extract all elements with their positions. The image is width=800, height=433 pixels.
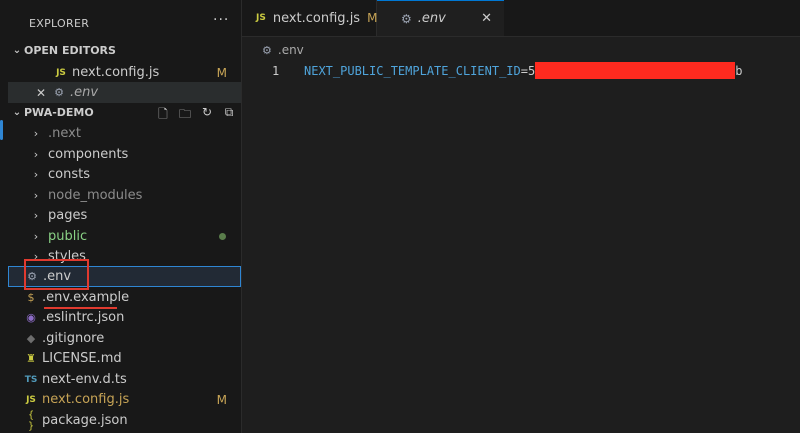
json-file-icon: { }: [27, 409, 35, 432]
editor-line[interactable]: 1 NEXT_PUBLIC_TEMPLATE_CLIENT_ID = 5 b: [242, 61, 800, 80]
file-gitignore[interactable]: ◆ .gitignore: [8, 328, 241, 349]
modified-badge: M: [216, 65, 227, 80]
file-package-json[interactable]: { } package.json: [8, 409, 241, 432]
env-value-start: 5: [527, 63, 536, 78]
chevron-right-icon: ›: [33, 189, 39, 202]
editor-tab-bar: JS next.config.js M ⚙ .env ✕: [242, 0, 800, 37]
dollar-icon: $: [27, 291, 35, 304]
open-editor-next-config[interactable]: JS next.config.js M: [8, 62, 241, 83]
folder-components[interactable]: › components: [8, 144, 241, 165]
tab-label: next.config.js: [272, 10, 361, 26]
file-label: .eslintrc.json: [42, 310, 125, 325]
file-label: .gitignore: [42, 331, 105, 346]
chevron-down-icon: ⌄: [12, 107, 22, 118]
close-icon[interactable]: ✕: [481, 11, 492, 26]
folder-label: components: [48, 147, 129, 162]
line-number: 1: [272, 63, 280, 78]
folder-label: .next: [48, 126, 81, 141]
gear-icon: ⚙: [401, 11, 412, 26]
file-license[interactable]: ♜ LICENSE.md: [8, 348, 241, 369]
code-text[interactable]: NEXT_PUBLIC_TEMPLATE_CLIENT_ID = 5 b: [304, 62, 742, 79]
folder-label: consts: [48, 167, 90, 182]
file-label: .env.example: [42, 290, 130, 305]
file-label: LICENSE.md: [42, 351, 122, 366]
env-key: NEXT_PUBLIC_TEMPLATE_CLIENT_ID: [304, 63, 521, 78]
folder-label: public: [48, 229, 88, 244]
annotation-underline: [44, 307, 117, 309]
breadcrumb-file: .env: [277, 43, 304, 57]
close-icon[interactable]: ✕: [34, 86, 48, 100]
chevron-right-icon: ›: [33, 209, 39, 222]
env-value-end: b: [735, 63, 743, 78]
open-editor-name: .env: [70, 85, 99, 100]
tab-label: .env: [417, 11, 446, 26]
project-label: PWA-DEMO: [24, 106, 94, 119]
chevron-right-icon: ›: [33, 148, 39, 161]
folder-label: node_modules: [48, 188, 143, 203]
eslint-icon: ◉: [26, 311, 36, 324]
annotation-highlight-box: [24, 259, 89, 290]
modified-badge: M: [216, 392, 227, 407]
typescript-file-icon: TS: [24, 374, 38, 385]
file-env-example[interactable]: $ .env.example: [8, 287, 241, 308]
more-actions-icon[interactable]: ···: [213, 12, 229, 28]
explorer-title: EXPLORER: [29, 17, 90, 30]
explorer-sidebar: EXPLORER ··· ⌄ OPEN EDITORS JS next.conf…: [0, 0, 242, 433]
license-icon: ♜: [26, 352, 36, 365]
folder-consts[interactable]: › consts: [8, 164, 241, 185]
activity-bar-edge: [0, 0, 8, 433]
folder-node-modules[interactable]: › node_modules: [8, 185, 241, 206]
open-editor-name: next.config.js: [72, 65, 160, 80]
open-editors-label: OPEN EDITORS: [24, 44, 116, 57]
tab-next-config[interactable]: JS next.config.js M: [242, 0, 377, 36]
folder-public[interactable]: › public: [8, 226, 241, 247]
file-label: next-env.d.ts: [42, 372, 127, 387]
git-icon: ◆: [26, 332, 36, 345]
gear-icon: ⚙: [54, 86, 64, 99]
breadcrumb[interactable]: ⚙ .env: [262, 43, 304, 57]
project-section[interactable]: ⌄ PWA-DEMO: [10, 106, 94, 119]
scroll-indicator: [0, 120, 3, 140]
untracked-dot: [219, 233, 226, 240]
redaction-block: [535, 62, 736, 79]
folder-next[interactable]: › .next: [8, 123, 241, 144]
chevron-right-icon: ›: [33, 127, 39, 140]
file-label: next.config.js: [42, 392, 130, 407]
chevron-right-icon: ›: [33, 230, 39, 243]
gear-icon: ⚙: [262, 43, 272, 57]
javascript-file-icon: JS: [26, 394, 36, 405]
file-label: package.json: [42, 413, 128, 428]
chevron-right-icon: ›: [33, 168, 39, 181]
file-next-env[interactable]: TS next-env.d.ts: [8, 369, 241, 390]
javascript-file-icon: JS: [56, 67, 66, 78]
folder-label: pages: [48, 208, 88, 223]
open-editors-section[interactable]: ⌄ OPEN EDITORS: [10, 44, 116, 57]
open-editor-env[interactable]: ✕ ⚙ .env: [8, 82, 241, 103]
modified-badge: M: [367, 11, 378, 25]
javascript-file-icon: JS: [256, 13, 266, 23]
equals-sign: =: [520, 63, 528, 78]
file-eslintrc[interactable]: ◉ .eslintrc.json: [8, 307, 241, 328]
file-next-config[interactable]: JS next.config.js M: [8, 389, 241, 410]
chevron-down-icon: ⌄: [12, 45, 22, 56]
folder-pages[interactable]: › pages: [8, 205, 241, 226]
tab-env[interactable]: ⚙ .env ✕: [377, 0, 504, 36]
